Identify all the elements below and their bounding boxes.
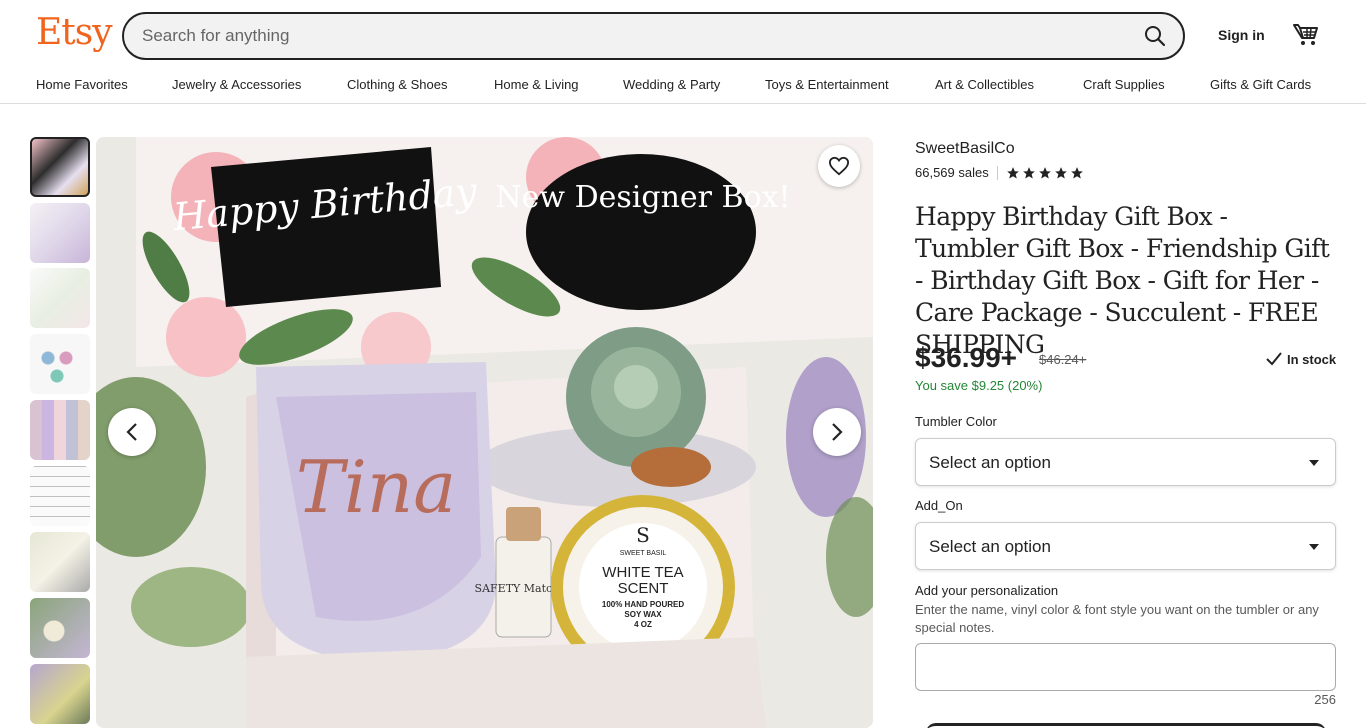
previous-image-button[interactable] <box>108 408 156 456</box>
caret-down-icon <box>1309 460 1319 466</box>
check-icon <box>1266 352 1282 366</box>
product-photo: Happy Birthday New Designer Box! Tina SA… <box>96 137 873 728</box>
caret-down-icon <box>1309 544 1319 550</box>
search-button[interactable] <box>1137 18 1173 54</box>
savings-text: You save $9.25 (20%) <box>915 378 1043 393</box>
thumbnail-4[interactable] <box>30 334 90 394</box>
shop-name-link[interactable]: SweetBasilCo <box>915 140 1015 158</box>
nav-item-gifts[interactable]: Gifts & Gift Cards <box>1210 77 1311 92</box>
star-icon <box>1054 166 1067 179</box>
star-icon <box>1022 166 1035 179</box>
svg-text:S: S <box>636 523 650 547</box>
personalization-label: Add your personalization <box>915 583 1059 598</box>
price: $36.99+ <box>915 342 1017 373</box>
thumbnail-9[interactable] <box>30 664 90 724</box>
star-icon <box>1006 166 1019 179</box>
thumbnail-2[interactable] <box>30 203 90 263</box>
original-price: $46.24+ <box>1039 352 1087 367</box>
sales-count: 66,569 sales <box>915 165 989 180</box>
nav-item-wedding[interactable]: Wedding & Party <box>623 77 720 92</box>
next-image-button[interactable] <box>813 408 861 456</box>
add-on-label: Add_On <box>915 498 963 513</box>
candle-line2: SCENT <box>618 580 669 597</box>
nav-item-art[interactable]: Art & Collectibles <box>935 77 1034 92</box>
rating-stars[interactable] <box>1006 166 1084 180</box>
favorite-button[interactable] <box>818 145 860 187</box>
personalization-hint: Enter the name, vinyl color & font style… <box>915 602 1319 635</box>
candle-line1: WHITE TEA <box>602 564 683 581</box>
tumbler-color-label: Tumbler Color <box>915 414 997 429</box>
svg-text:100% HAND POURED: 100% HAND POURED <box>602 600 684 609</box>
chevron-right-icon <box>832 423 843 441</box>
thumbnail-7[interactable] <box>30 532 90 592</box>
nav-item-toys[interactable]: Toys & Entertainment <box>765 77 889 92</box>
thumbnail-1[interactable] <box>30 137 90 197</box>
stock-status: In stock <box>1265 351 1336 367</box>
add-on-select[interactable]: Select an option <box>915 522 1336 570</box>
thumbnail-3[interactable] <box>30 268 90 328</box>
nav-item-jewelry[interactable]: Jewelry & Accessories <box>172 77 301 92</box>
tumbler-color-select[interactable]: Select an option <box>915 438 1336 486</box>
listing-title: Happy Birthday Gift Box - Tumbler Gift B… <box>915 202 1330 359</box>
star-icon <box>1038 166 1051 179</box>
personalization-input[interactable] <box>915 643 1336 691</box>
svg-text:SWEET BASIL: SWEET BASIL <box>620 550 667 557</box>
thumbnail-5[interactable] <box>30 400 90 460</box>
nav-item-clothing[interactable]: Clothing & Shoes <box>347 77 447 92</box>
sign-in-link[interactable]: Sign in <box>1218 27 1265 43</box>
etsy-logo[interactable]: Etsy <box>36 12 113 53</box>
thumbnail-8[interactable] <box>30 598 90 658</box>
site-header: Etsy Sign in <box>0 0 1366 70</box>
nav-item-home-living[interactable]: Home & Living <box>494 77 579 92</box>
svg-text:4 OZ: 4 OZ <box>634 620 652 629</box>
character-counter: 256 <box>1314 692 1336 707</box>
search-input[interactable] <box>142 14 1122 58</box>
add-to-cart-button-edge[interactable] <box>926 723 1326 728</box>
badge-text: New Designer Box! <box>495 180 790 215</box>
thumbnail-6[interactable] <box>30 466 90 526</box>
cart-icon[interactable] <box>1292 22 1320 48</box>
tumbler-name: Tina <box>296 445 456 529</box>
heart-icon <box>828 156 850 176</box>
chevron-left-icon <box>126 423 137 441</box>
star-icon <box>1070 166 1083 179</box>
shop-sales-rating: 66,569 sales <box>915 165 1084 180</box>
search-icon <box>1145 26 1166 47</box>
category-nav: Home Favorites Jewelry & Accessories Clo… <box>0 70 1366 104</box>
search-bar <box>122 12 1185 60</box>
svg-text:SOY WAX: SOY WAX <box>624 610 662 619</box>
nav-item-craft[interactable]: Craft Supplies <box>1083 77 1165 92</box>
main-product-image: Happy Birthday New Designer Box! Tina SA… <box>96 137 873 728</box>
nav-item-home-favorites[interactable]: Home Favorites <box>36 77 128 92</box>
